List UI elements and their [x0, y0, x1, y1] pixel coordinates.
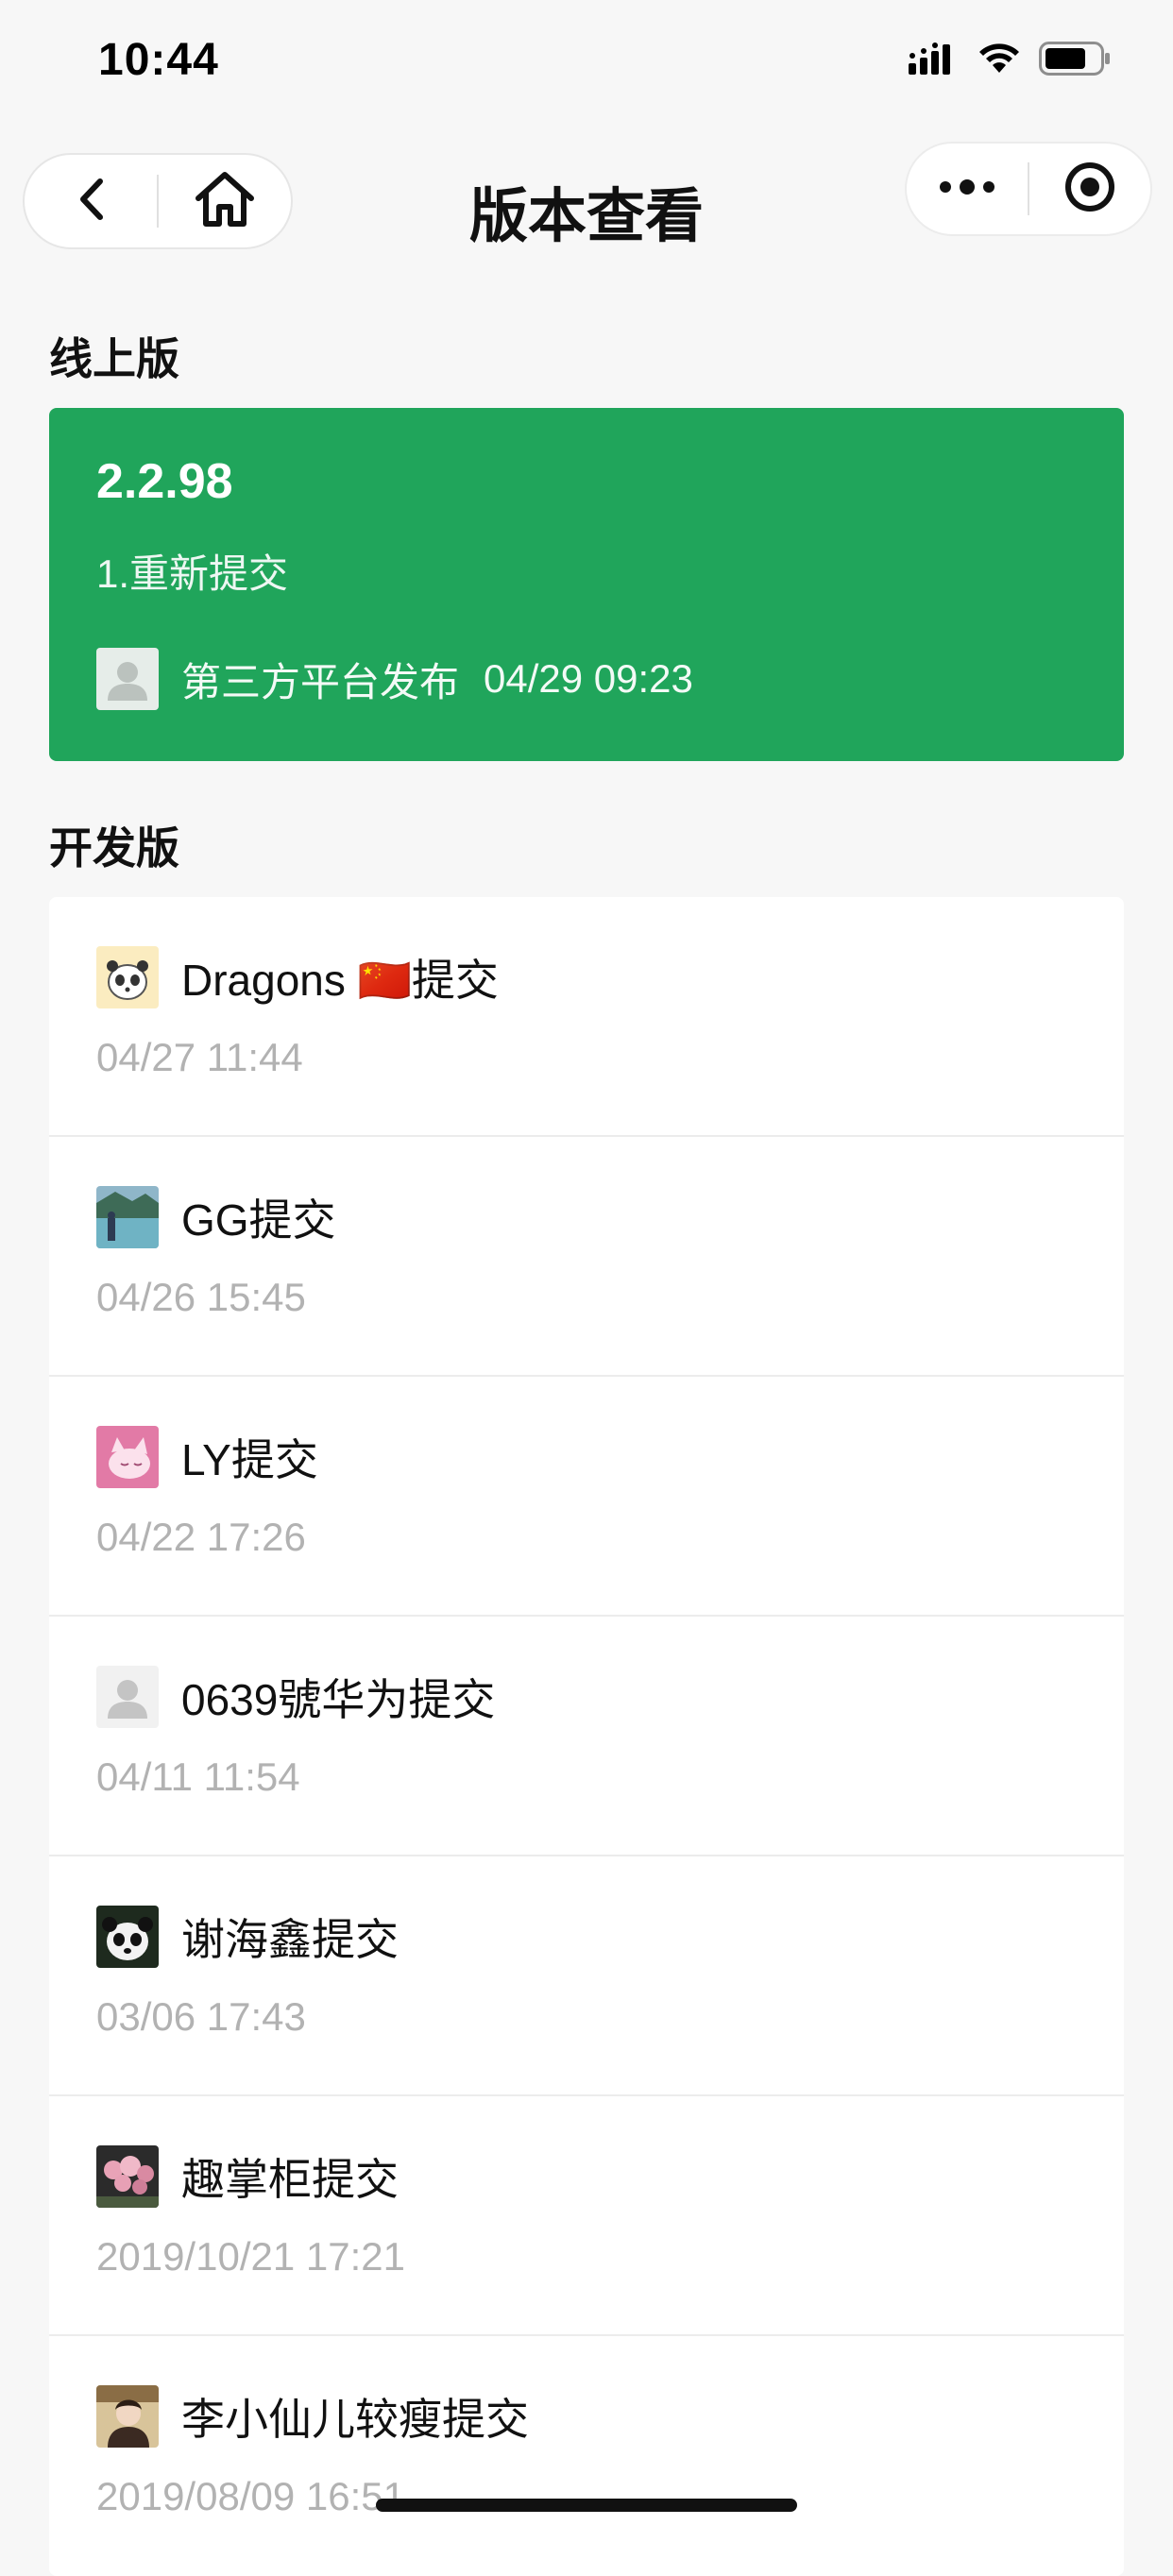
battery-icon [1039, 42, 1111, 76]
submitter-name: Dragons 🇨🇳提交 [181, 956, 499, 1005]
online-version-desc: 1.重新提交 [96, 551, 289, 596]
list-item[interactable]: 谢海鑫提交 03/06 17:43 [49, 1856, 1124, 2096]
online-section-title: 线上版 [49, 334, 179, 383]
default-user-avatar [96, 1666, 159, 1728]
status-icons [909, 42, 1111, 76]
submit-time: 2019/08/09 16:51 [96, 2474, 405, 2518]
list-item[interactable]: 趣掌柜提交 2019/10/21 17:21 [49, 2096, 1124, 2336]
list-item[interactable]: 0639號华为提交 04/11 11:54 [49, 1617, 1124, 1856]
pink-cartoon-avatar [96, 1426, 159, 1488]
panda-photo-avatar [96, 1906, 159, 1968]
online-version-number: 2.2.98 [96, 454, 233, 509]
person-photo-avatar [96, 2385, 159, 2448]
dev-section-title: 开发版 [49, 823, 179, 873]
signal-icon [909, 42, 960, 75]
wifi-icon [977, 42, 1022, 75]
submit-time: 2019/10/21 17:21 [96, 2234, 405, 2279]
list-item[interactable]: Dragons 🇨🇳提交 04/27 11:44 [49, 897, 1124, 1137]
flowers-photo-avatar [96, 2145, 159, 2208]
status-time: 10:44 [98, 35, 219, 85]
nav-capsule-right [905, 142, 1152, 236]
close-miniprogram-button[interactable] [1029, 144, 1150, 234]
more-button[interactable] [907, 144, 1028, 234]
status-bar: 10:44 [0, 0, 1173, 125]
submitter-name: 趣掌柜提交 [181, 2155, 399, 2204]
online-publisher: 第三方平台发布 [181, 659, 460, 704]
target-icon [1063, 161, 1116, 217]
lake-photo-avatar [96, 1186, 159, 1248]
list-item[interactable]: GG提交 04/26 15:45 [49, 1137, 1124, 1377]
submit-time: 04/26 15:45 [96, 1275, 306, 1319]
submit-time: 03/06 17:43 [96, 1994, 306, 2039]
nav-bar: 版本查看 [0, 142, 1173, 264]
panda-cartoon-avatar [96, 946, 159, 1008]
submitter-name: 谢海鑫提交 [181, 1915, 399, 1964]
default-user-avatar [96, 648, 159, 710]
list-item[interactable]: LY提交 04/22 17:26 [49, 1377, 1124, 1617]
dev-version-list: Dragons 🇨🇳提交 04/27 11:44 GG提交 04/26 15:4… [49, 897, 1124, 2576]
submitter-name: 李小仙儿较瘦提交 [181, 2395, 529, 2444]
more-icon [938, 178, 996, 200]
online-datetime: 04/29 09:23 [484, 656, 693, 701]
submitter-name: 0639號华为提交 [181, 1675, 496, 1724]
submit-time: 04/11 11:54 [96, 1754, 300, 1799]
online-version-meta: 第三方平台发布 04/29 09:23 [96, 648, 693, 710]
submitter-name: GG提交 [181, 1195, 336, 1245]
online-version-card[interactable]: 2.2.98 1.重新提交 第三方平台发布 04/29 09:23 [49, 408, 1124, 761]
submitter-name: LY提交 [181, 1435, 318, 1484]
submit-time: 04/27 11:44 [96, 1035, 303, 1079]
list-item[interactable]: 李小仙儿较瘦提交 2019/08/09 16:51 [49, 2336, 1124, 2576]
submit-time: 04/22 17:26 [96, 1515, 306, 1559]
home-indicator[interactable] [376, 2499, 797, 2512]
